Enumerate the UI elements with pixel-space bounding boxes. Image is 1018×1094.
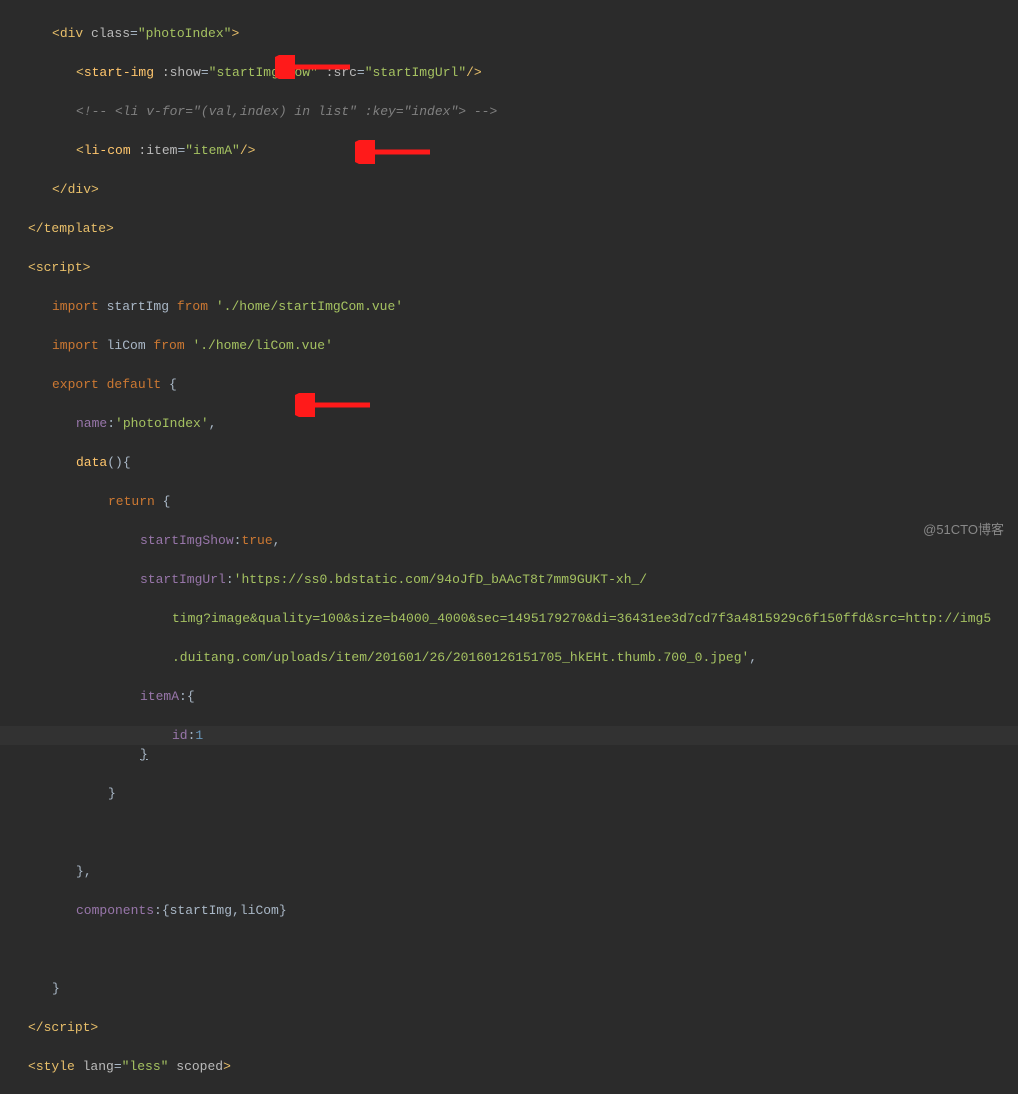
code-line: <div class="photoIndex"> — [0, 24, 1018, 44]
code-line: } — [0, 784, 1018, 804]
code-line: <start-img :show="startImgShow" :src="st… — [0, 63, 1018, 83]
code-line: </template> — [0, 219, 1018, 239]
code-line: startImgShow:true, — [0, 531, 1018, 551]
watermark: @51CTO博客 — [923, 520, 1004, 540]
code-line: </script> — [0, 1018, 1018, 1038]
code-line: data(){ — [0, 453, 1018, 473]
code-line-blank — [0, 940, 1018, 960]
code-line: }, — [0, 862, 1018, 882]
code-line: </div> — [0, 180, 1018, 200]
code-line: itemA:{ — [0, 687, 1018, 707]
code-line: <li-com :item="itemA"/> — [0, 141, 1018, 161]
code-line: startImgUrl:'https://ss0.bdstatic.com/94… — [0, 570, 1018, 590]
code-line: components:{startImg,liCom} — [0, 901, 1018, 921]
code-line: .duitang.com/uploads/item/201601/26/2016… — [0, 648, 1018, 668]
code-line: <style lang="less" scoped> — [0, 1057, 1018, 1077]
code-line: import liCom from './home/liCom.vue' — [0, 336, 1018, 356]
code-line-blank — [0, 823, 1018, 843]
code-line: } — [0, 745, 1018, 765]
code-line: } — [0, 979, 1018, 999]
code-editor[interactable]: <div class="photoIndex"> <start-img :sho… — [0, 0, 1018, 1094]
code-line: <script> — [0, 258, 1018, 278]
code-line: return { — [0, 492, 1018, 512]
code-line: name:'photoIndex', — [0, 414, 1018, 434]
code-line: import startImg from './home/startImgCom… — [0, 297, 1018, 317]
code-line: export default { — [0, 375, 1018, 395]
code-line: timg?image&quality=100&size=b4000_4000&s… — [0, 609, 1018, 629]
code-line-cursor: id:1 — [0, 726, 1018, 746]
code-line-comment: <!-- <li v-for="(val,index) in list" :ke… — [0, 102, 1018, 122]
